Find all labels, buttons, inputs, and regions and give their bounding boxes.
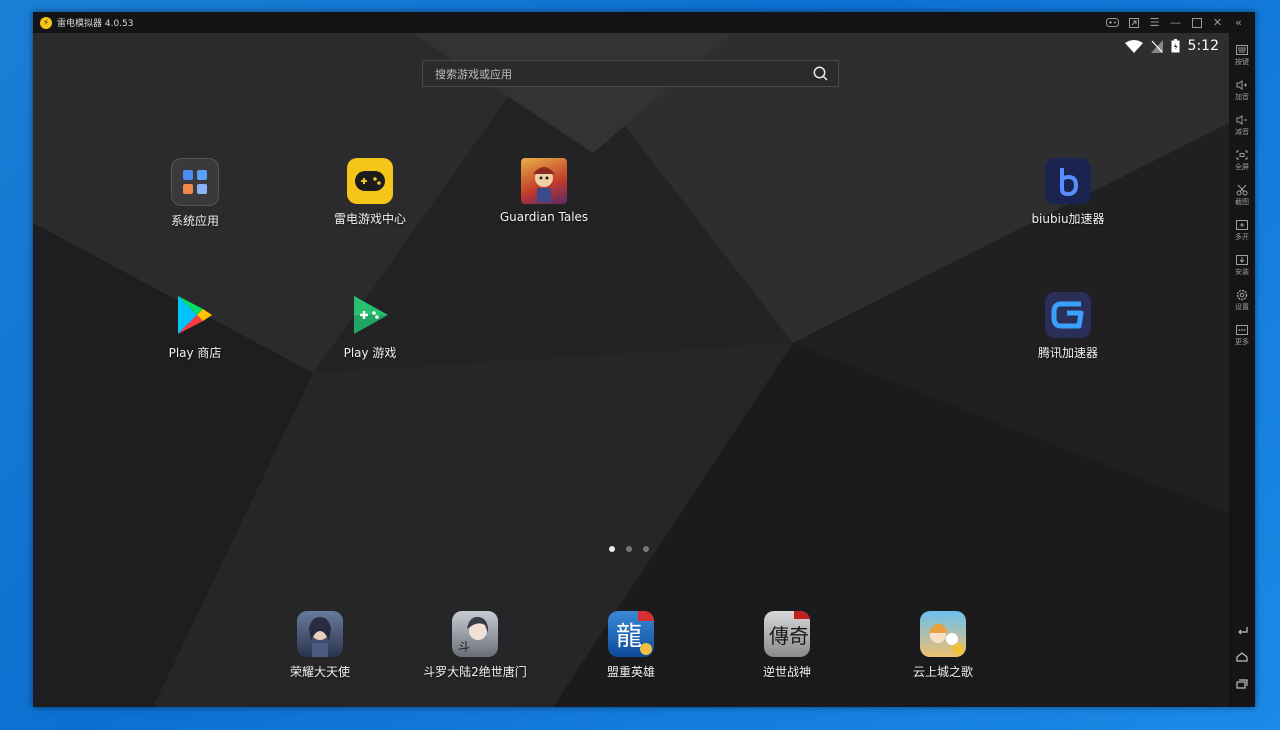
folder-icon — [171, 158, 219, 206]
wallpaper — [33, 33, 1229, 707]
sidebar-item-multi-instance[interactable]: 多开 — [1229, 219, 1255, 242]
emulator-sidebar: 按键 加音 减音 全屏 截图 多开 安装 设置 更多 — [1229, 33, 1255, 707]
app-label: Guardian Tales — [499, 210, 589, 224]
app-logo-icon: ⚡ — [40, 16, 52, 29]
archangel-icon — [297, 611, 343, 657]
gamepad-icon — [347, 158, 393, 204]
title-bar: ⚡ 雷电模拟器 4.0.53 ☰ — ✕ « — [33, 12, 1255, 33]
status-bar: 5:12 — [1124, 38, 1219, 54]
minimize-icon[interactable]: — — [1165, 12, 1186, 33]
window-title: 雷电模拟器 4.0.53 — [57, 19, 134, 29]
nav-home-button[interactable] — [1229, 651, 1255, 663]
page-indicator[interactable] — [609, 546, 649, 552]
app-label: 腾讯加速器 — [1037, 346, 1098, 360]
app-mengzhong[interactable]: 龍 盟重英雄 — [566, 611, 696, 680]
app-ldplayer-game-center[interactable]: 雷电游戏中心 — [305, 158, 435, 227]
sidebar-item-volume-down[interactable]: 减音 — [1229, 114, 1255, 137]
back-icon — [1235, 624, 1249, 636]
more-icon — [1235, 324, 1249, 336]
install-icon — [1235, 254, 1249, 266]
app-tencent-accelerator[interactable]: 腾讯加速器 — [1003, 292, 1133, 361]
nav-back-button[interactable] — [1229, 624, 1255, 636]
close-icon[interactable]: ✕ — [1207, 12, 1228, 33]
status-clock: 5:12 — [1187, 38, 1219, 54]
sidebar-item-more[interactable]: 更多 — [1229, 324, 1255, 347]
share-icon[interactable] — [1123, 12, 1144, 33]
app-archangel[interactable]: 荣耀大天使 — [255, 611, 385, 680]
sidebar-item-install[interactable]: 安装 — [1229, 254, 1255, 277]
app-label: Play 游戏 — [343, 346, 397, 360]
maximize-icon[interactable] — [1186, 12, 1207, 33]
search-icon[interactable] — [813, 66, 828, 81]
volume-down-icon — [1235, 114, 1249, 126]
app-label: 系统应用 — [170, 214, 219, 228]
guardian-tales-icon — [521, 158, 567, 204]
app-system-apps[interactable]: 系统应用 — [130, 158, 260, 229]
sidebar-item-keymap[interactable]: 按键 — [1229, 44, 1255, 67]
page-dot-1[interactable] — [609, 546, 615, 552]
app-play-games[interactable]: Play 游戏 — [305, 292, 435, 361]
wifi-icon — [1124, 39, 1143, 53]
app-nishi[interactable]: 傳奇 逆世战神 — [722, 611, 852, 680]
app-douluo[interactable]: 斗 斗罗大陆2绝世唐门 — [410, 611, 540, 680]
app-biubiu-accelerator[interactable]: biubiu加速器 — [1003, 158, 1133, 227]
app-label: 云上城之歌 — [912, 665, 973, 679]
fullscreen-icon — [1235, 149, 1249, 161]
svg-text:傳奇: 傳奇 — [769, 624, 809, 648]
keyboard-icon — [1235, 44, 1249, 56]
nishi-icon: 傳奇 — [764, 611, 810, 657]
app-label: 荣耀大天使 — [289, 665, 350, 679]
biubiu-icon — [1045, 158, 1091, 204]
recents-icon — [1235, 678, 1249, 690]
no-signal-icon — [1150, 39, 1163, 53]
scissors-icon — [1235, 184, 1249, 196]
app-label: 雷电游戏中心 — [333, 212, 406, 226]
app-play-store[interactable]: Play 商店 — [130, 292, 260, 361]
emulator-window: ⚡ 雷电模拟器 4.0.53 ☰ — ✕ « 5:12 搜索游戏或应用 系统应用… — [33, 12, 1255, 707]
android-home-screen: 5:12 系统应用 雷电游戏中心 Guardian Tales — [33, 33, 1229, 707]
page-dot-3[interactable] — [643, 546, 649, 552]
yunshang-icon — [920, 611, 966, 657]
app-label: Play 商店 — [168, 346, 222, 360]
battery-icon — [1171, 39, 1180, 53]
sidebar-item-screenshot[interactable]: 截图 — [1229, 184, 1255, 207]
sidebar-item-volume-up[interactable]: 加音 — [1229, 79, 1255, 102]
search-input[interactable] — [423, 61, 817, 88]
app-label: 盟重英雄 — [606, 665, 655, 679]
gear-icon — [1235, 289, 1249, 301]
menu-icon[interactable]: ☰ — [1144, 12, 1165, 33]
gamepad-mode-icon[interactable] — [1102, 12, 1123, 33]
svg-text:斗: 斗 — [458, 640, 470, 654]
play-games-icon — [347, 292, 393, 338]
play-store-icon — [172, 292, 218, 338]
sidebar-item-fullscreen[interactable]: 全屏 — [1229, 149, 1255, 172]
app-label: 斗罗大陆2绝世唐门 — [423, 665, 527, 679]
douluo-icon: 斗 — [452, 611, 498, 657]
collapse-sidebar-icon[interactable]: « — [1228, 12, 1249, 33]
app-guardian-tales[interactable]: Guardian Tales — [479, 158, 609, 224]
app-label: 逆世战神 — [762, 665, 811, 679]
app-label: biubiu加速器 — [1031, 212, 1105, 226]
multi-instance-icon — [1235, 219, 1249, 231]
volume-up-icon — [1235, 79, 1249, 91]
page-dot-2[interactable] — [626, 546, 632, 552]
app-yunshang[interactable]: 云上城之歌 — [878, 611, 1008, 680]
home-icon — [1235, 651, 1249, 663]
search-bar[interactable] — [422, 60, 839, 88]
tencent-accelerator-icon — [1045, 292, 1091, 338]
nav-recents-button[interactable] — [1229, 678, 1255, 690]
mengzhong-icon: 龍 — [608, 611, 654, 657]
svg-text:龍: 龍 — [616, 622, 642, 652]
sidebar-item-settings[interactable]: 设置 — [1229, 289, 1255, 312]
